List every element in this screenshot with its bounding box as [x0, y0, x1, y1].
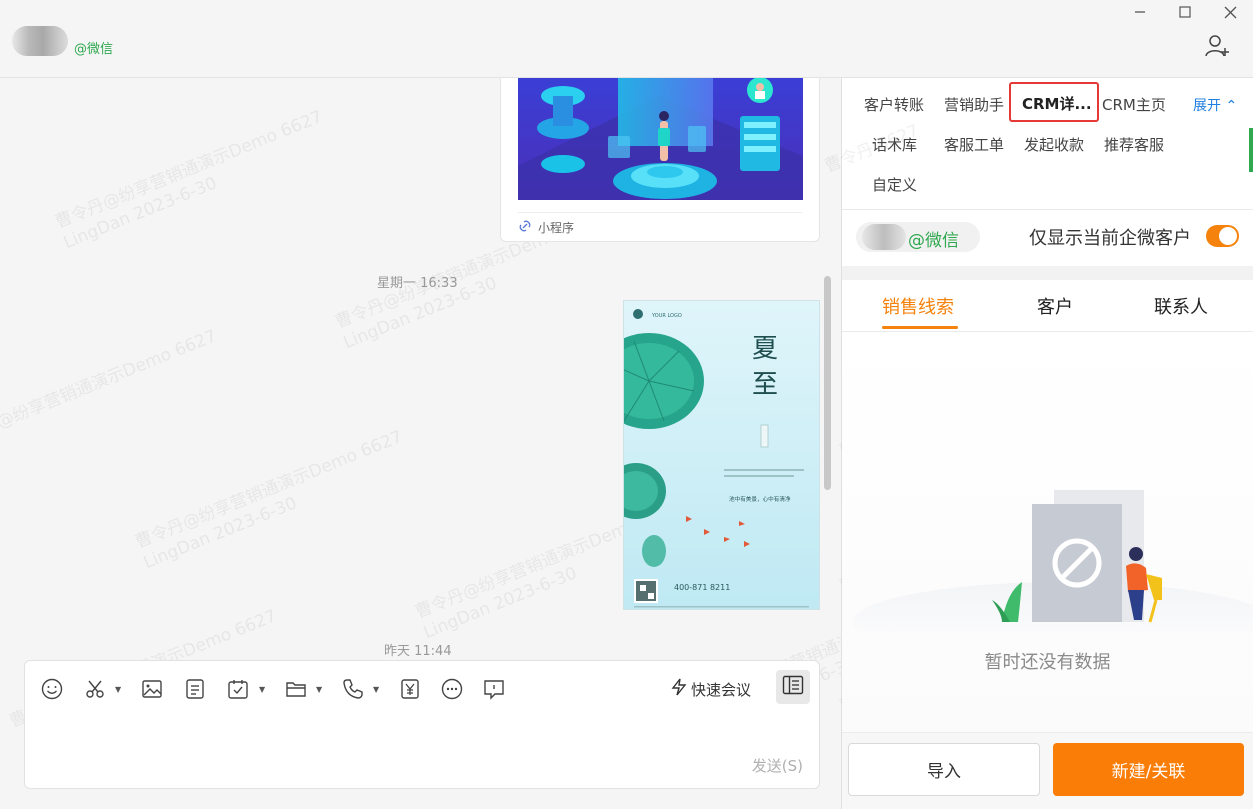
- tab-contacts[interactable]: 联系人: [1154, 293, 1208, 319]
- tab-sales-leads[interactable]: 销售线索: [882, 293, 954, 319]
- watermark: 曹令丹@纷享营销通演示Demo 6627LingDan 2023-6-30: [52, 106, 326, 254]
- scissors-icon[interactable]: [83, 677, 107, 701]
- divider: [842, 209, 1253, 210]
- watermark: 曹令丹@纷享营销通演示Demo 6627LingDan 2023-6-30: [132, 426, 406, 574]
- tool-recommend-service[interactable]: 推荐客服: [1104, 134, 1164, 155]
- image-icon[interactable]: [140, 677, 164, 701]
- close-icon[interactable]: [1210, 0, 1250, 24]
- poster-slogan: 池中有美景，心中有清净: [729, 495, 791, 503]
- expand-toggle[interactable]: 展开 ⌃: [1193, 95, 1237, 115]
- folder-icon[interactable]: [284, 677, 308, 701]
- message-timestamp: 星期一 16:33: [377, 276, 458, 291]
- tool-script-library[interactable]: 话术库: [872, 134, 917, 155]
- screenshot-options-caret[interactable]: ▼: [115, 685, 121, 694]
- tool-marketing-assistant[interactable]: 营销助手: [944, 94, 1004, 115]
- tool-collect-payment[interactable]: 发起收款: [1024, 134, 1084, 155]
- only-current-toggle[interactable]: [1206, 225, 1239, 247]
- current-contact-pill: @微信: [856, 222, 980, 252]
- import-button[interactable]: 导入: [848, 743, 1040, 796]
- more-icon[interactable]: [440, 677, 464, 701]
- chat-header: @微信: [0, 0, 1253, 78]
- crm-side-panel: 曹令丹 6627 曹令丹 6627 曹令丹 6627 曹令丹 6627 曹令丹 …: [822, 78, 1253, 809]
- tool-customer-transfer[interactable]: 客户转账: [864, 94, 924, 115]
- poster-logo: YOUR LOGO: [651, 313, 682, 319]
- message-input-box[interactable]: ▼ ▼ ▼ ▼ 快速会议 发送(S): [24, 660, 820, 789]
- mini-program-card[interactable]: 小程序: [500, 78, 820, 242]
- lightning-icon: [671, 678, 687, 700]
- quick-meeting-button[interactable]: 快速会议: [671, 677, 751, 701]
- quick-meeting-label: 快速会议: [691, 680, 752, 699]
- calendar-check-icon[interactable]: [226, 677, 250, 701]
- tool-service-ticket[interactable]: 客服工单: [944, 134, 1004, 155]
- contact-avatar[interactable]: [12, 26, 68, 56]
- mini-program-image: [518, 78, 803, 200]
- watermark: 曹令丹@纷享营销通演示Demo 6627: [0, 326, 220, 452]
- chat-bubble-icon[interactable]: [482, 677, 506, 701]
- schedule-options-caret[interactable]: ▼: [259, 685, 265, 694]
- active-tab-indicator: [882, 326, 958, 329]
- poster-image-message[interactable]: YOUR LOGO 夏 至 池中有美景，心中有清净 400-871 8211: [623, 300, 820, 610]
- file-options-caret[interactable]: ▼: [316, 685, 322, 694]
- panel-action-bar: 导入 新建/关联: [842, 732, 1253, 809]
- emoji-icon[interactable]: [40, 677, 64, 701]
- chevron-up-icon: ⌃: [1225, 98, 1238, 114]
- contact-wechat-tag: @微信: [74, 42, 114, 57]
- chat-scrollbar[interactable]: [824, 276, 831, 490]
- empty-state-illustration: [852, 490, 1253, 632]
- only-current-label: 仅显示当前企微客户: [1029, 228, 1191, 249]
- mini-program-footer: 小程序: [518, 212, 802, 236]
- contact-avatar: [862, 224, 906, 250]
- send-button[interactable]: 发送(S): [752, 755, 803, 776]
- minimize-icon[interactable]: [1120, 0, 1160, 24]
- mini-program-label: 小程序: [538, 221, 575, 235]
- section-gap: [842, 266, 1253, 280]
- new-link-button[interactable]: 新建/关联: [1053, 743, 1244, 796]
- poster-phone: 400-871 8211: [674, 583, 730, 592]
- tool-crm-detail[interactable]: CRM详...: [1022, 93, 1092, 114]
- document-icon[interactable]: [183, 677, 207, 701]
- tool-custom[interactable]: 自定义: [872, 174, 917, 195]
- tab-customer[interactable]: 客户: [1037, 293, 1073, 319]
- maximize-icon[interactable]: [1165, 0, 1205, 24]
- tool-crm-home[interactable]: CRM主页: [1102, 94, 1166, 115]
- empty-state-text: 暂时还没有数据: [984, 652, 1111, 673]
- link-icon: [518, 219, 532, 236]
- sidebar-icon: [782, 675, 804, 699]
- message-timestamp: 昨天 11:44: [384, 644, 452, 659]
- edge-accent: [1249, 128, 1253, 172]
- phone-icon[interactable]: [341, 677, 365, 701]
- contact-wechat-tag: @微信: [908, 231, 959, 251]
- call-options-caret[interactable]: ▼: [373, 685, 379, 694]
- add-member-icon[interactable]: [1205, 33, 1231, 59]
- sidebar-toggle-button[interactable]: [776, 670, 810, 704]
- poster-title-2: 至: [752, 370, 778, 400]
- toggle-knob: [1219, 227, 1237, 245]
- yuan-icon[interactable]: [398, 677, 422, 701]
- poster-title-1: 夏: [752, 334, 778, 364]
